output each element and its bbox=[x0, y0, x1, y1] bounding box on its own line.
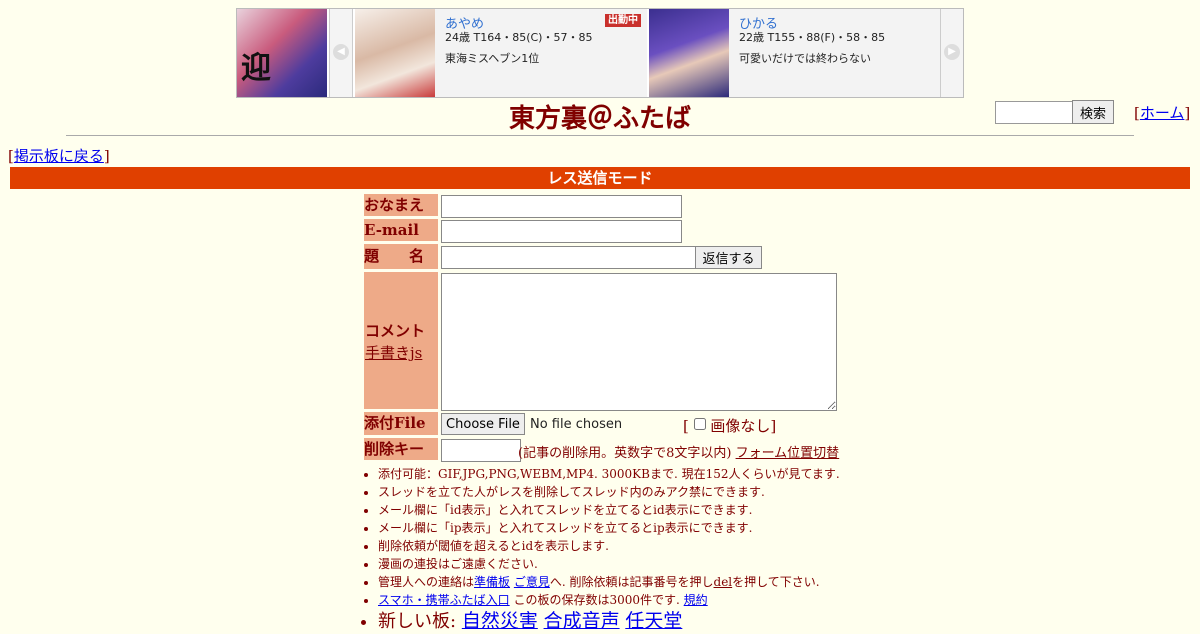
new-board-link[interactable]: 合成音声 bbox=[544, 610, 620, 632]
name-label: おなまえ bbox=[364, 194, 438, 216]
comment-label-cell: コメント 手書きjs bbox=[364, 272, 438, 409]
chevron-left-icon: ◀ bbox=[333, 44, 349, 60]
search-button[interactable]: 検索 bbox=[1072, 100, 1114, 124]
home-link-wrapper: [ホーム] bbox=[1134, 104, 1191, 122]
delkey-note-wrapper: (記事の削除用。英数字で8文字以内) フォーム位置切替 bbox=[518, 442, 839, 461]
chevron-right-icon: ▶ bbox=[944, 44, 960, 60]
divider bbox=[66, 135, 1134, 136]
banner-logo[interactable]: 迎 bbox=[237, 9, 327, 97]
rules-list: 添付可能：GIF,JPG,PNG,WEBM,MP4. 3000KBまで. 現在1… bbox=[362, 465, 898, 634]
no-image-wrapper: [ 画像なし] bbox=[683, 417, 777, 435]
contact-middle: へ. 削除依頼は記事番号を押し bbox=[549, 575, 714, 589]
mobile-text: この板の保存数は3000件です. bbox=[513, 593, 680, 607]
banner-card-spec: 22歳 T155・88(F)・58・85 bbox=[739, 31, 886, 44]
rule-item: 添付可能：GIF,JPG,PNG,WEBM,MP4. 3000KBまで. 現在1… bbox=[378, 465, 898, 483]
ad-banner[interactable]: 迎 ◀ あやめ 出勤中 24歳 T164・85(C)・57・85 東海ミスヘブン… bbox=[236, 8, 964, 98]
rule-item: メール欄に「ip表示」と入れてスレッドを立てるとip表示にできます. bbox=[378, 519, 898, 537]
mobile-item: スマホ・携帯ふたば入口 この板の保存数は3000件です. 規約 bbox=[378, 591, 898, 609]
contact-item: 管理人への連絡は準備板 ご意見へ. 削除依頼は記事番号を押しdelを押して下さい… bbox=[378, 573, 898, 591]
email-input[interactable] bbox=[441, 220, 682, 243]
del-link[interactable]: del bbox=[714, 575, 733, 589]
banner-logo-mark: 迎 bbox=[241, 51, 271, 86]
handwrite-link[interactable]: 手書きjs bbox=[365, 342, 422, 363]
email-label: E-mail bbox=[364, 219, 438, 241]
banner-card-desc: 可愛いだけでは終わらない bbox=[739, 52, 871, 65]
banner-card-desc: 東海ミスヘブン1位 bbox=[445, 52, 540, 65]
back-link[interactable]: 掲示板に戻る bbox=[14, 147, 104, 165]
rule-item: 漫画の連投はご遠慮ください. bbox=[378, 555, 898, 573]
banner-card[interactable]: ひかる 22歳 T155・88(F)・58・85 可愛いだけでは終わらない bbox=[649, 9, 941, 97]
opinion-link[interactable]: ご意見 bbox=[514, 575, 550, 589]
submit-button[interactable]: 返信する bbox=[695, 246, 762, 269]
subject-label: 題 名 bbox=[364, 244, 438, 269]
contact-suffix: を押して下さい. bbox=[732, 575, 820, 589]
no-file-text: No file chosen bbox=[530, 417, 623, 432]
rule-item: 削除依頼が閾値を超えるとidを表示します. bbox=[378, 537, 898, 555]
back-link-wrapper: [掲示板に戻る] bbox=[8, 147, 110, 165]
rules-link[interactable]: 規約 bbox=[684, 593, 708, 607]
new-boards-label: 新しい板: bbox=[378, 611, 457, 632]
no-image-checkbox[interactable] bbox=[693, 418, 706, 430]
rule-item: メール欄に「id表示」と入れてスレッドを立てるとid表示にできます. bbox=[378, 501, 898, 519]
form-toggle-link[interactable]: フォーム位置切替 bbox=[736, 446, 840, 461]
no-image-label: 画像なし bbox=[710, 417, 771, 435]
home-link[interactable]: ホーム bbox=[1140, 104, 1185, 122]
banner-card-photo bbox=[355, 9, 435, 97]
contact-prefix: 管理人への連絡は bbox=[378, 575, 475, 589]
banner-card-spec: 24歳 T164・85(C)・57・85 bbox=[445, 31, 593, 44]
banner-card-photo bbox=[649, 9, 729, 97]
banner-next-arrow[interactable]: ▶ bbox=[940, 9, 963, 97]
delkey-input[interactable] bbox=[441, 439, 521, 462]
search-input[interactable] bbox=[995, 101, 1077, 124]
banner-prev-arrow[interactable]: ◀ bbox=[329, 9, 353, 97]
junbi-board-link[interactable]: 準備板 bbox=[474, 575, 510, 589]
status-badge: 出勤中 bbox=[605, 14, 641, 27]
subject-input[interactable] bbox=[441, 246, 699, 269]
banner-card[interactable]: あやめ 出勤中 24歳 T164・85(C)・57・85 東海ミスヘブン1位 bbox=[355, 9, 647, 97]
mobile-link[interactable]: スマホ・携帯ふたば入口 bbox=[378, 593, 510, 607]
new-board-link[interactable]: 自然災害 bbox=[462, 610, 538, 632]
delkey-note: (記事の削除用。英数字で8文字以内) bbox=[518, 446, 732, 461]
choose-file-button[interactable]: Choose File bbox=[441, 413, 525, 435]
comment-label: コメント bbox=[365, 322, 426, 340]
new-board-link[interactable]: 任天堂 bbox=[625, 610, 682, 632]
rule-item: スレッドを立てた人がレスを削除してスレッド内のみアク禁にできます. bbox=[378, 483, 898, 501]
delkey-label: 削除キー bbox=[364, 438, 438, 460]
file-label: 添付File bbox=[364, 412, 438, 435]
new-boards-item: 新しい板: 自然災害 合成音声 任天堂 bbox=[378, 609, 898, 634]
name-input[interactable] bbox=[441, 195, 682, 218]
comment-textarea[interactable] bbox=[441, 273, 837, 411]
reply-mode-bar: レス送信モード bbox=[10, 167, 1190, 189]
